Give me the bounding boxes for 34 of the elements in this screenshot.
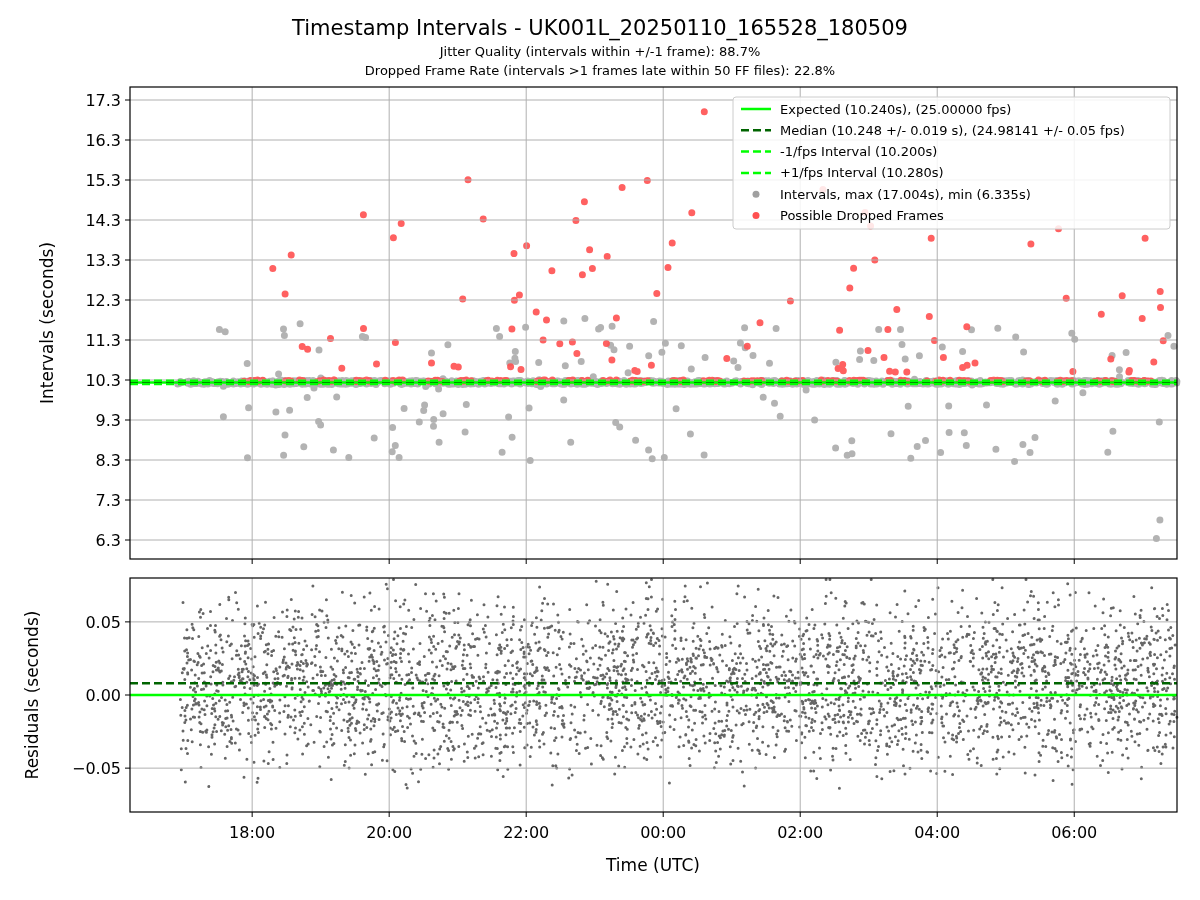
x-tick-label: 04:00	[914, 823, 961, 842]
y-tick-label: 15.3	[85, 171, 121, 190]
figure-subtitle: Dropped Frame Rate (intervals >1 frames late within 50 FF files): 22.8%	[364, 62, 836, 80]
y-tick-label: 6.3	[95, 531, 121, 550]
y-tick-label: 9.3	[95, 411, 121, 430]
y-tick-label: 8.3	[95, 451, 121, 470]
figure-subtitle: Jitter Quality (intervals within +/-1 frame): 88.7%	[439, 43, 761, 61]
y-axis-label: Residuals (seconds)	[22, 610, 42, 780]
y-tick-label: 0.05	[85, 612, 121, 632]
y-tick-label: 7.3	[95, 491, 121, 510]
y-tick-label: 13.3	[85, 251, 121, 270]
figure-title: Timestamp Intervals - UK001L_20250110_165528_180509	[292, 15, 908, 42]
y-tick-label: 16.3	[85, 131, 121, 150]
y-tick-label: 10.3	[85, 371, 121, 390]
x-tick-label: 00:00	[640, 823, 687, 842]
y-tick-label: 12.3	[85, 291, 121, 310]
y-tick-label: 11.3	[85, 331, 121, 350]
x-tick-label: 18:00	[229, 823, 276, 842]
y-axis-label: Intervals (seconds)	[37, 241, 57, 405]
legend-label: +1/fps Interval (10.280s)	[780, 165, 944, 181]
legend-label: Intervals, max (17.004s), min (6.335s)	[780, 186, 1031, 202]
y-tick-label: −0.05	[71, 759, 121, 779]
x-tick-label: 20:00	[366, 823, 413, 842]
x-tick-label: 06:00	[1051, 823, 1098, 842]
legend-label: -1/fps Interval (10.200s)	[780, 144, 938, 160]
y-tick-label: 17.3	[85, 91, 121, 110]
legend-label: Possible Dropped Frames	[780, 208, 944, 223]
x-axis-label: Time (UTC)	[606, 855, 700, 875]
legend-label: Median (10.248 +/- 0.019 s), (24.98141 +/- 0.05 fps)	[780, 122, 1125, 138]
legend-label: Expected (10.240s), (25.00000 fps)	[780, 101, 1012, 117]
y-tick-label: 14.3	[85, 211, 121, 230]
y-tick-label: 0.00	[85, 686, 121, 705]
x-tick-label: 02:00	[777, 823, 824, 842]
x-tick-label: 22:00	[503, 823, 550, 842]
